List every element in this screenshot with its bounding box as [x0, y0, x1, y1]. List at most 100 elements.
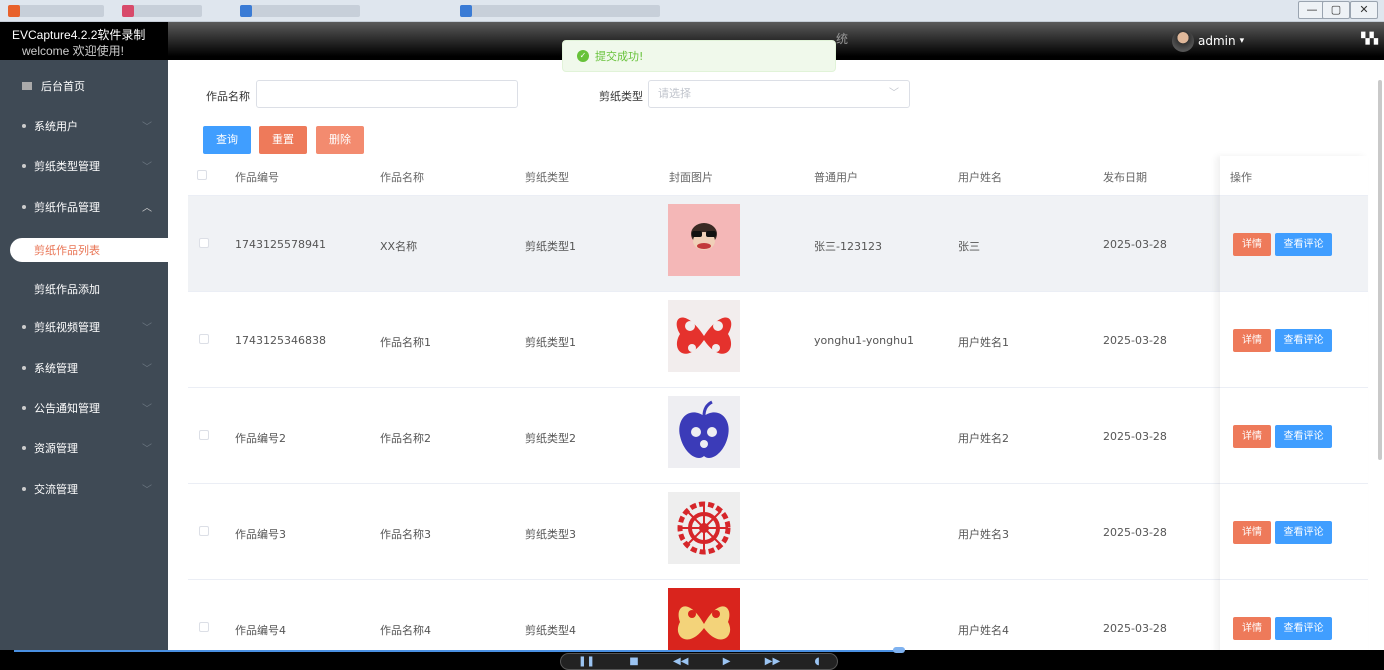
pause-icon[interactable]: ❚❚	[578, 656, 595, 667]
main-content: 作品名称 剪纸类型 请选择 ﹀ 查询 重置 删除 作品编号 作品名称 剪纸类型 …	[168, 60, 1384, 650]
sidebar-item-works-add[interactable]: 剪纸作品添加	[0, 269, 168, 309]
table-row[interactable]: 作品编号3 作品名称3 剪纸类型3 用户姓名3 2025-03-28 详情 查看…	[188, 484, 1368, 580]
sidebar-item-papercut-types[interactable]: 剪纸类型管理 ﹀	[0, 146, 168, 186]
work-name: 作品名称4	[380, 624, 431, 637]
sidebar-item-papercut-works[interactable]: 剪纸作品管理 ︿	[0, 187, 168, 227]
detail-button[interactable]: 详情	[1233, 617, 1271, 640]
sidebar-item-resources[interactable]: 资源管理 ﹀	[0, 428, 168, 468]
work-id: 作品编号2	[235, 432, 286, 445]
recorder-controls[interactable]: ❚❚ ■ ◀◀ ▶ ▶▶ ◖	[560, 653, 838, 670]
user-name: 用户姓名3	[958, 528, 1009, 541]
cover-image[interactable]	[668, 300, 740, 372]
work-name: 作品名称3	[380, 528, 431, 541]
table-header: 作品编号 作品名称 剪纸类型 封面图片 普通用户 用户姓名 发布日期 操作	[188, 156, 1368, 196]
chevron-down-icon: ﹀	[142, 404, 152, 415]
view-comments-button[interactable]: 查看评论	[1275, 233, 1332, 256]
sidebar-item-label: 剪纸作品管理	[34, 201, 100, 214]
cover-image[interactable]	[668, 204, 740, 276]
os-tab[interactable]	[122, 5, 202, 17]
sidebar-item-label: 剪纸作品列表	[34, 244, 100, 257]
play-icon[interactable]: ▶	[723, 656, 731, 667]
sidebar-item-home[interactable]: 后台首页	[0, 66, 168, 106]
user-menu[interactable]: admin ▾	[1172, 30, 1244, 52]
query-button[interactable]: 查询	[203, 126, 251, 154]
user-account: 张三-123123	[814, 240, 882, 253]
chevron-down-icon: ﹀	[142, 485, 152, 496]
view-comments-button[interactable]: 查看评论	[1275, 329, 1332, 352]
volume-icon[interactable]: ◖	[815, 656, 820, 667]
close-button[interactable]: ✕	[1350, 1, 1378, 19]
monitor-icon	[22, 82, 32, 90]
sidebar-item-label: 剪纸类型管理	[34, 160, 100, 173]
detail-button[interactable]: 详情	[1233, 521, 1271, 544]
delete-button[interactable]: 删除	[316, 126, 364, 154]
os-tab[interactable]	[460, 5, 660, 17]
name-input[interactable]	[256, 80, 518, 108]
cover-image[interactable]	[668, 492, 740, 564]
column-header: 剪纸类型	[525, 171, 569, 184]
bullet-icon	[22, 446, 26, 450]
restore-button[interactable]: ▢	[1322, 1, 1350, 19]
work-type: 剪纸类型4	[525, 624, 576, 637]
select-all-checkbox[interactable]	[197, 170, 207, 180]
recorder-progress[interactable]	[14, 650, 900, 652]
type-select-placeholder: 请选择	[658, 87, 691, 100]
apple-papercut-icon	[679, 400, 729, 458]
column-header: 作品编号	[235, 171, 279, 184]
sidebar-item-label: 系统管理	[34, 362, 78, 375]
chevron-down-icon: ﹀	[142, 122, 152, 133]
rewind-icon[interactable]: ◀◀	[673, 656, 688, 667]
column-header: 作品名称	[380, 171, 424, 184]
sidebar-item-label: 剪纸视频管理	[34, 321, 100, 334]
recorder-progress-knob[interactable]	[893, 647, 905, 653]
system-title: 统	[836, 32, 849, 46]
sidebar-item-label: 资源管理	[34, 442, 78, 455]
row-checkbox[interactable]	[199, 334, 209, 344]
flower-papercut-icon	[677, 501, 731, 555]
column-header: 封面图片	[669, 171, 713, 184]
sidebar-item-label: 剪纸作品添加	[34, 283, 100, 296]
bullet-icon	[22, 164, 26, 168]
table-row[interactable]: 作品编号2 作品名称2 剪纸类型2 用户姓名2 2025-03-28 详情 查看…	[188, 388, 1368, 484]
column-header: 用户姓名	[958, 171, 1002, 184]
row-checkbox[interactable]	[199, 430, 209, 440]
reset-button[interactable]: 重置	[259, 126, 307, 154]
detail-button[interactable]: 详情	[1233, 329, 1271, 352]
table-row[interactable]: 作品编号4 作品名称4 剪纸类型4 用户姓名4 2025-03-28 详情 查看…	[188, 580, 1368, 650]
detail-button[interactable]: 详情	[1233, 233, 1271, 256]
row-checkbox[interactable]	[199, 622, 209, 632]
detail-button[interactable]: 详情	[1233, 425, 1271, 448]
work-id: 作品编号3	[235, 528, 286, 541]
sidebar-item-communication[interactable]: 交流管理 ﹀	[0, 469, 168, 509]
user-name: 张三	[958, 240, 980, 253]
user-name: 用户姓名2	[958, 432, 1009, 445]
sidebar-item-works-list[interactable]: 剪纸作品列表	[10, 238, 168, 262]
table-row[interactable]: 1743125346838 作品名称1 剪纸类型1 yonghu1-yonghu…	[188, 292, 1368, 388]
grid-icon[interactable]: ▚▚	[1361, 32, 1378, 45]
os-tab[interactable]	[240, 5, 360, 17]
page-scrollbar[interactable]	[1378, 80, 1382, 460]
view-comments-button[interactable]: 查看评论	[1275, 425, 1332, 448]
os-tab[interactable]	[8, 5, 104, 17]
sidebar-item-label: 系统用户	[34, 120, 78, 133]
type-label: 剪纸类型	[599, 90, 643, 103]
toast-message: 提交成功!	[595, 50, 644, 63]
sidebar-item-system-users[interactable]: 系统用户 ﹀	[0, 106, 168, 146]
table-row[interactable]: 1743125578941 XX名称 剪纸类型1 张三-123123 张三 20…	[188, 196, 1368, 292]
cover-image[interactable]	[668, 588, 740, 650]
view-comments-button[interactable]: 查看评论	[1275, 521, 1332, 544]
view-comments-button[interactable]: 查看评论	[1275, 617, 1332, 640]
row-checkbox[interactable]	[199, 526, 209, 536]
work-id: 1743125346838	[235, 334, 326, 347]
check-icon: ✓	[577, 50, 589, 62]
stop-icon[interactable]: ■	[629, 656, 638, 667]
sidebar-item-video[interactable]: 剪纸视频管理 ﹀	[0, 307, 168, 347]
cover-image[interactable]	[668, 396, 740, 468]
app-title: EVCapture4.2.2软件录制	[12, 28, 146, 42]
forward-icon[interactable]: ▶▶	[765, 656, 780, 667]
welcome-text: welcome 欢迎使用!	[22, 44, 125, 58]
type-select[interactable]: 请选择 ﹀	[648, 80, 910, 108]
sidebar-item-notice[interactable]: 公告通知管理 ﹀	[0, 388, 168, 428]
sidebar-item-system[interactable]: 系统管理 ﹀	[0, 348, 168, 388]
row-checkbox[interactable]	[199, 238, 209, 248]
